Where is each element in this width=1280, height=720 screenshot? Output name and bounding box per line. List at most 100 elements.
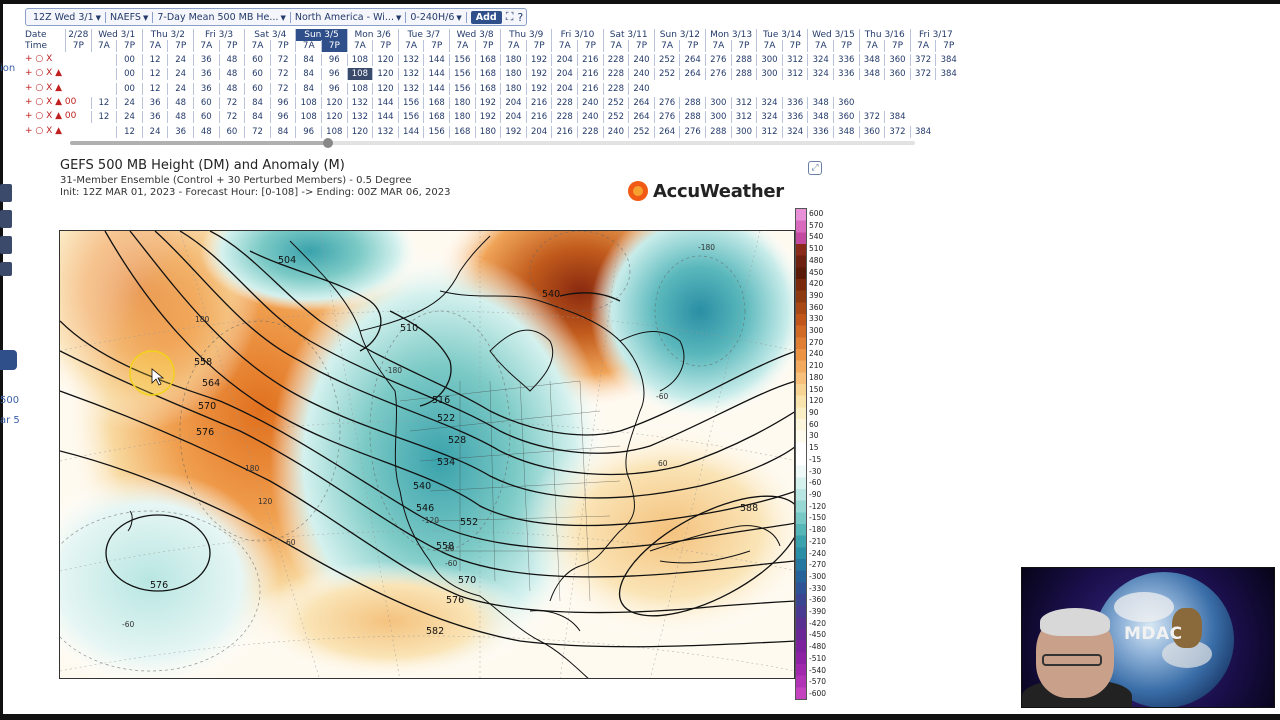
forecast-hour-cell[interactable]: 60 bbox=[218, 125, 245, 138]
forecast-hour-cell[interactable]: 24 bbox=[141, 125, 168, 138]
forecast-hour-cell[interactable]: 168 bbox=[474, 54, 501, 66]
forecast-hour-cell[interactable]: 204 bbox=[500, 96, 526, 109]
forecast-hour-cell[interactable]: 24 bbox=[167, 68, 193, 81]
forecast-hour-cell[interactable]: 120 bbox=[321, 111, 347, 124]
region-select[interactable]: North America - Wi... ▼ bbox=[291, 11, 407, 23]
time-column-header[interactable]: 7A bbox=[551, 40, 577, 52]
forecast-hour-cell[interactable]: 264 bbox=[679, 68, 705, 81]
forecast-hour-cell[interactable]: 204 bbox=[551, 68, 577, 81]
time-column-header[interactable]: 7A bbox=[602, 40, 629, 52]
time-column-header[interactable]: 7P bbox=[525, 40, 552, 52]
forecast-hour-cell[interactable]: 228 bbox=[577, 125, 603, 138]
forecast-hour-cell[interactable]: 264 bbox=[679, 54, 705, 66]
forecast-hour-cell[interactable]: 12 bbox=[141, 68, 168, 81]
forecast-hour-cell[interactable]: 156 bbox=[397, 96, 424, 109]
forecast-hour-cell[interactable]: 192 bbox=[500, 125, 526, 138]
time-column-header[interactable]: 7A bbox=[807, 40, 833, 52]
forecast-hour-cell[interactable]: 324 bbox=[756, 96, 782, 109]
forecast-hour-cell[interactable]: 192 bbox=[525, 82, 552, 95]
timeline-scroll-thumb[interactable] bbox=[70, 141, 330, 145]
forecast-hour-cell[interactable]: 360 bbox=[858, 125, 885, 138]
forecast-hour-cell[interactable]: 300 bbox=[705, 96, 731, 109]
forecast-hour-cell[interactable]: 36 bbox=[193, 54, 219, 66]
forecast-hour-cell[interactable]: 276 bbox=[705, 54, 731, 66]
forecast-hour-cell[interactable]: 192 bbox=[525, 54, 552, 66]
forecast-hour-cell[interactable]: 336 bbox=[833, 68, 859, 81]
forecast-hour-cell[interactable]: 48 bbox=[167, 111, 193, 124]
forecast-hour-cell[interactable]: 324 bbox=[807, 68, 833, 81]
forecast-hour-cell[interactable]: 204 bbox=[551, 82, 577, 95]
forecast-hour-cell[interactable]: 360 bbox=[833, 96, 859, 109]
forecast-hour-cell[interactable]: 384 bbox=[909, 125, 936, 138]
time-column-header[interactable]: 7P bbox=[833, 40, 859, 52]
time-column-header[interactable]: 7A bbox=[756, 40, 782, 52]
forecast-hour-cell[interactable]: 12 bbox=[141, 54, 168, 66]
add-button[interactable]: Add bbox=[470, 10, 502, 24]
forecast-hour-cell[interactable]: 168 bbox=[423, 96, 449, 109]
forecast-hour-cell[interactable]: 96 bbox=[269, 96, 296, 109]
forecast-hour-cell[interactable]: 240 bbox=[577, 96, 603, 109]
forecast-hour-cell[interactable]: 276 bbox=[653, 111, 680, 124]
forecast-hour-cell[interactable]: 216 bbox=[551, 125, 577, 138]
forecast-hour-cell[interactable]: 288 bbox=[705, 125, 731, 138]
fullscreen-icon[interactable]: ⛶ bbox=[506, 10, 514, 24]
forecast-hour-cell[interactable]: 24 bbox=[116, 111, 142, 124]
forecast-hour-cell[interactable]: 84 bbox=[244, 96, 270, 109]
forecast-hour-cell[interactable]: 60 bbox=[244, 54, 270, 66]
forecast-hour-cell[interactable]: 336 bbox=[781, 111, 808, 124]
forecast-hour-cell[interactable]: 264 bbox=[628, 96, 654, 109]
range-select[interactable]: 0-240H/6 ▼ bbox=[406, 11, 467, 23]
forecast-hour-cell[interactable]: 36 bbox=[167, 125, 193, 138]
forecast-hour-cell[interactable]: 144 bbox=[423, 82, 449, 95]
forecast-hour-cell[interactable]: 372 bbox=[909, 54, 936, 66]
forecast-hour-cell[interactable]: 252 bbox=[653, 54, 680, 66]
forecast-hour-cell[interactable]: 156 bbox=[397, 111, 424, 124]
forecast-hour-cell[interactable]: 96 bbox=[321, 68, 347, 81]
time-column-header[interactable]: 7P bbox=[65, 40, 91, 52]
run-select[interactable]: 12Z Wed 3/1 ▼ bbox=[29, 11, 107, 23]
forecast-hour-cell[interactable]: 348 bbox=[858, 68, 885, 81]
forecast-hour-cell[interactable]: 120 bbox=[372, 82, 398, 95]
forecast-hour-cell[interactable]: 360 bbox=[884, 54, 910, 66]
forecast-hour-cell[interactable]: 00 bbox=[116, 82, 142, 95]
row-controls[interactable]: + ○ X ▲ bbox=[25, 83, 62, 93]
forecast-hour-cell[interactable]: 108 bbox=[295, 96, 321, 109]
left-tool-button[interactable] bbox=[0, 236, 12, 254]
forecast-hour-cell[interactable]: 132 bbox=[397, 68, 424, 81]
forecast-hour-cell[interactable]: 216 bbox=[577, 68, 603, 81]
time-column-header[interactable]: 7A bbox=[653, 40, 680, 52]
forecast-hour-cell[interactable]: 156 bbox=[449, 82, 475, 95]
forecast-hour-cell[interactable]: 48 bbox=[167, 96, 193, 109]
forecast-hour-cell[interactable]: 228 bbox=[602, 54, 629, 66]
forecast-hour-cell[interactable]: 12 bbox=[90, 111, 117, 124]
forecast-hour-cell[interactable]: 288 bbox=[730, 54, 757, 66]
time-column-header[interactable]: 7A bbox=[244, 40, 270, 52]
forecast-hour-cell[interactable]: 288 bbox=[679, 111, 705, 124]
time-column-header[interactable]: 7P bbox=[628, 40, 654, 52]
forecast-hour-cell[interactable]: 108 bbox=[346, 68, 373, 81]
forecast-hour-cell[interactable]: 228 bbox=[602, 82, 629, 95]
forecast-hour-cell[interactable]: 108 bbox=[321, 125, 347, 138]
forecast-hour-cell[interactable]: 240 bbox=[577, 111, 603, 124]
forecast-hour-cell[interactable]: 96 bbox=[321, 54, 347, 66]
forecast-hour-cell[interactable]: 48 bbox=[218, 82, 245, 95]
time-column-header[interactable]: 7P bbox=[884, 40, 910, 52]
timeline-scroll-handle[interactable] bbox=[323, 138, 333, 148]
forecast-hour-cell[interactable]: 384 bbox=[935, 68, 961, 81]
forecast-hour-cell[interactable]: 300 bbox=[730, 125, 757, 138]
forecast-hour-cell[interactable]: 84 bbox=[269, 125, 296, 138]
forecast-hour-cell[interactable]: 360 bbox=[884, 68, 910, 81]
forecast-hour-cell[interactable]: 72 bbox=[244, 125, 270, 138]
time-column-header[interactable]: 7P bbox=[167, 40, 193, 52]
forecast-hour-cell[interactable]: 300 bbox=[756, 54, 782, 66]
forecast-hour-cell[interactable]: 60 bbox=[244, 68, 270, 81]
forecast-hour-cell[interactable]: 84 bbox=[295, 82, 321, 95]
forecast-hour-cell[interactable]: 96 bbox=[269, 111, 296, 124]
forecast-hour-cell[interactable]: 156 bbox=[449, 54, 475, 66]
forecast-hour-cell[interactable]: 36 bbox=[193, 68, 219, 81]
time-column-header[interactable]: 7P bbox=[679, 40, 705, 52]
forecast-hour-cell[interactable]: 228 bbox=[551, 96, 577, 109]
forecast-hour-cell[interactable]: 240 bbox=[628, 68, 654, 81]
forecast-hour-cell[interactable]: 228 bbox=[602, 68, 629, 81]
forecast-hour-cell[interactable]: 24 bbox=[167, 82, 193, 95]
